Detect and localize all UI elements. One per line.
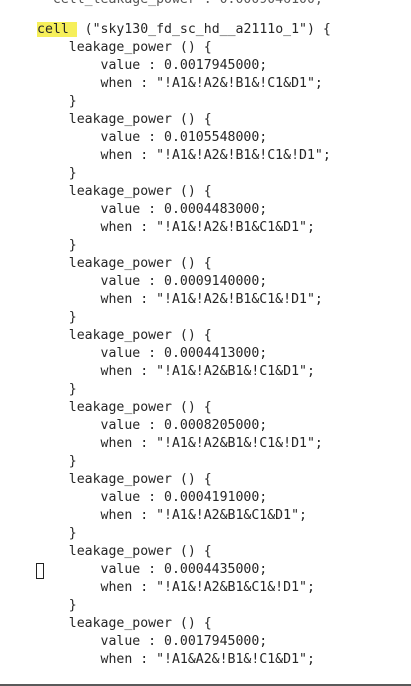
code-line: when : "!A1&!A2&B1&C1&!D1"; xyxy=(37,580,315,595)
code-line: value : 0.0008205000; xyxy=(37,418,268,433)
code-line: } xyxy=(37,454,77,469)
cell-name-text: ("sky130_fd_sc_hd__a2111o_1") { xyxy=(76,22,331,37)
code-line: when : "!A1&!A2&!B1&!C1&!D1"; xyxy=(37,148,331,163)
code-line: leakage_power () { xyxy=(37,328,212,343)
code-line: value : 0.0004413000; xyxy=(37,346,268,361)
code-line: value : 0.0017945000; xyxy=(37,58,268,73)
search-highlight-cell: cell xyxy=(37,22,69,37)
partial-line-top: cell_leakage_power : 0.0009046100; xyxy=(37,0,323,9)
code-line: } xyxy=(37,598,77,613)
code-line: } xyxy=(37,94,77,109)
code-line: value : 0.0004191000; xyxy=(37,490,268,505)
code-line: leakage_power () { xyxy=(37,256,212,271)
code-line: value : 0.0009140000; xyxy=(37,274,268,289)
code-line: when : "!A1&!A2&!B1&C1&D1"; xyxy=(37,220,315,235)
code-line: } xyxy=(37,238,77,253)
code-line: leakage_power () { xyxy=(37,184,212,199)
code-line: leakage_power () { xyxy=(37,400,212,415)
code-line: when : "!A1&!A2&B1&!C1&!D1"; xyxy=(37,436,323,451)
text-editor[interactable]: cell_leakage_power : 0.0009046100; cell … xyxy=(0,0,411,686)
code-line: } xyxy=(37,382,77,397)
code-line: leakage_power () { xyxy=(37,616,212,631)
cell-declaration-line: cell ("sky130_fd_sc_hd__a2111o_1") { xyxy=(37,21,331,39)
code-line: } xyxy=(37,526,77,541)
code-line: } xyxy=(37,310,77,325)
code-line: when : "!A1&A2&!B1&!C1&D1"; xyxy=(37,652,315,667)
code-line: leakage_power () { xyxy=(37,472,212,487)
code-line: value : 0.0004435000; xyxy=(37,562,268,577)
code-line: leakage_power () { xyxy=(37,112,212,127)
text-cursor xyxy=(36,563,44,579)
code-line: when : "!A1&!A2&B1&C1&D1"; xyxy=(37,508,307,523)
code-line: leakage_power () { xyxy=(37,544,212,559)
code-line: leakage_power () { xyxy=(37,40,212,55)
code-line: value : 0.0017945000; xyxy=(37,634,268,649)
code-line: value : 0.0004483000; xyxy=(37,202,268,217)
code-line: value : 0.0105548000; xyxy=(37,130,268,145)
code-line: when : "!A1&!A2&!B1&!C1&D1"; xyxy=(37,76,323,91)
code-line: when : "!A1&!A2&B1&!C1&D1"; xyxy=(37,364,315,379)
code-line: when : "!A1&!A2&!B1&C1&!D1"; xyxy=(37,292,323,307)
code-line: } xyxy=(37,166,77,181)
